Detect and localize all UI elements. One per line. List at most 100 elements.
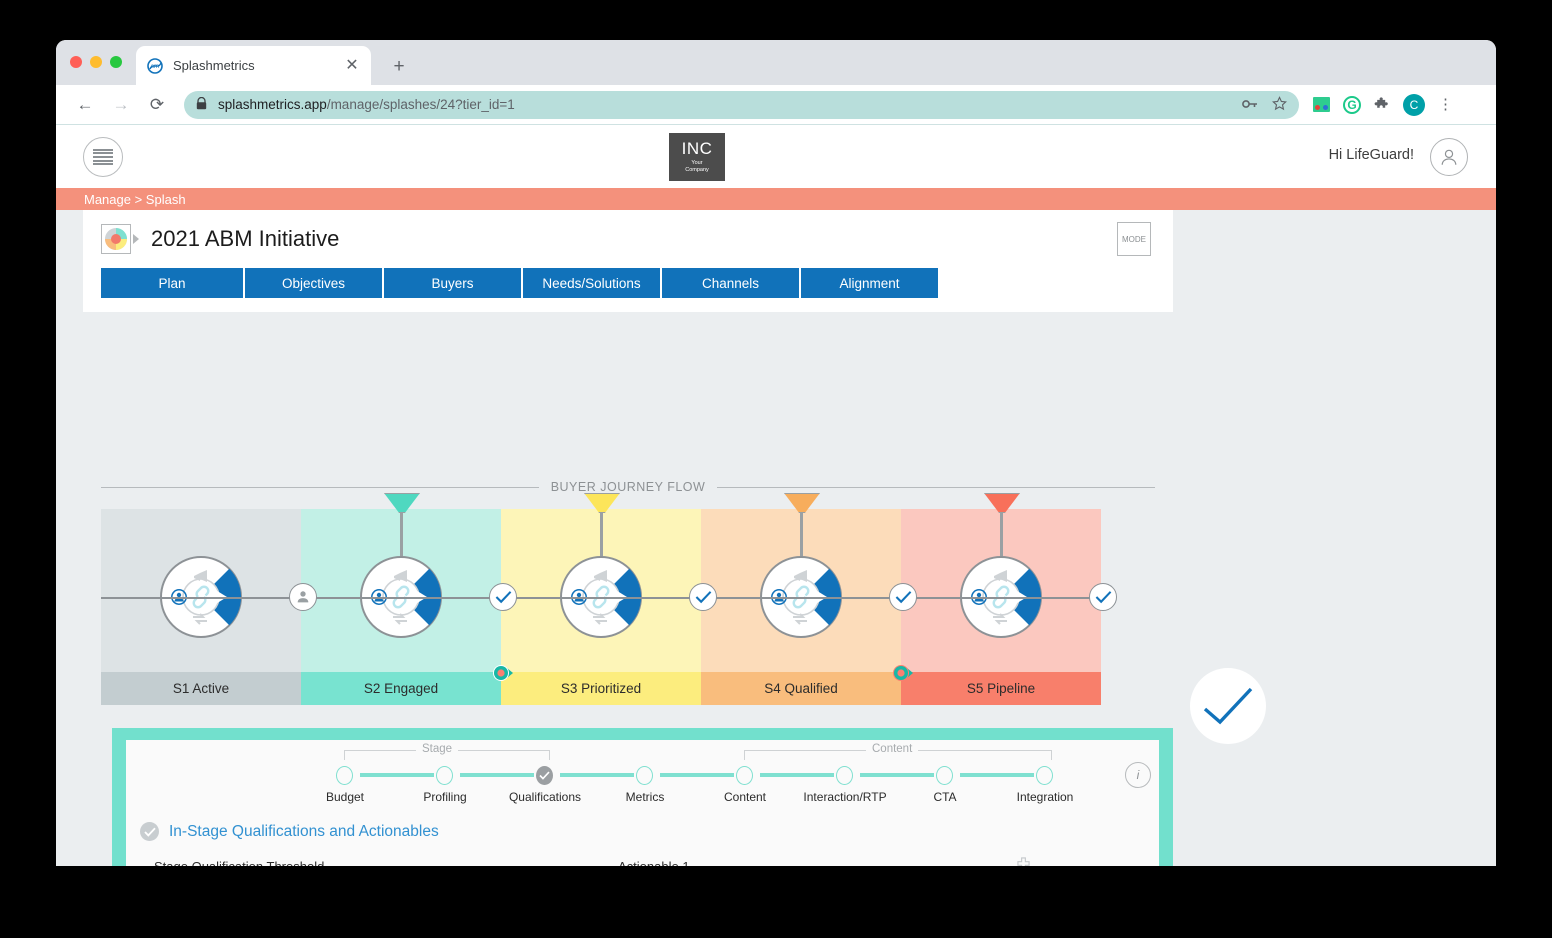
stage-label: S4 Qualified (701, 672, 901, 705)
section-title: In-Stage Qualifications and Actionables (169, 822, 439, 840)
close-window-button[interactable] (70, 56, 82, 68)
extensions-puzzle-icon[interactable] (1374, 95, 1390, 115)
tab-channels[interactable]: Channels (662, 268, 799, 298)
url-text: splashmetrics.app/manage/splashes/24?tie… (218, 97, 515, 112)
connector-check-icon-4[interactable] (1089, 583, 1117, 611)
stage-detail-panel: Stage Content Budget Profiling Qualifica… (112, 728, 1173, 866)
hamburger-menu-icon[interactable] (83, 137, 123, 177)
threshold-label: Stage Qualification Threshold (154, 859, 564, 866)
tab-title: Splashmetrics (173, 58, 255, 73)
detail-panel-body: Stage Content Budget Profiling Qualifica… (126, 740, 1159, 866)
lock-icon (196, 96, 207, 113)
actionable-column: Actionable 1 Add Buyer to more aggressiv… (618, 857, 1030, 866)
step-rail (660, 773, 734, 777)
step-rail (460, 773, 534, 777)
splash-wheel-icon (101, 224, 131, 254)
color-extension-icon[interactable] (1313, 97, 1330, 112)
user-greeting: Hi LifeGuard! (1328, 147, 1414, 163)
step-rail (560, 773, 634, 777)
step-cta[interactable] (936, 766, 953, 785)
browser-window: sm Splashmetrics ✕ + ← → ⟳ splashmetrics… (56, 40, 1496, 866)
password-key-icon[interactable] (1242, 97, 1258, 113)
stage-boundary-marker-1[interactable] (492, 664, 513, 682)
logo-text: INC (681, 139, 713, 159)
check-circle-icon (140, 822, 159, 841)
address-bar[interactable]: splashmetrics.app/manage/splashes/24?tie… (184, 90, 1299, 119)
bookmark-star-icon[interactable] (1272, 95, 1287, 114)
step-interaction-rtp[interactable] (836, 766, 853, 785)
maximize-window-button[interactable] (110, 56, 122, 68)
tab-alignment[interactable]: Alignment (801, 268, 938, 298)
minimize-window-button[interactable] (90, 56, 102, 68)
step-integration[interactable] (1036, 766, 1053, 785)
info-icon[interactable]: i (1125, 762, 1151, 788)
flow-connector-line (101, 597, 1103, 599)
breadcrumb-text: Manage > Splash (84, 191, 186, 207)
browser-toolbar: ← → ⟳ splashmetrics.app/manage/splashes/… (56, 85, 1496, 125)
buyer-journey-flow: BUYER JOURNEY FLOW S1 Active S2 Engaged … (83, 466, 1173, 728)
step-profiling[interactable] (436, 766, 453, 785)
step-rail (960, 773, 1034, 777)
tab-buyers[interactable]: Buyers (384, 268, 521, 298)
user-avatar-icon[interactable] (1430, 138, 1468, 176)
stage-bands: S1 Active S2 Engaged S3 Prioritized S4 Q… (101, 493, 1117, 705)
connector-check-icon-1[interactable] (489, 583, 517, 611)
add-plus-icon[interactable] (1017, 857, 1030, 866)
page-card: 2021 ABM Initiative MODE Plan Objectives… (83, 210, 1173, 312)
tab-needs-solutions[interactable]: Needs/Solutions (523, 268, 660, 298)
threshold-column: Stage Qualification Threshold Buyer shou… (154, 859, 564, 866)
url-host: splashmetrics.app (218, 97, 327, 112)
actionable-label: Actionable 1 (618, 859, 1030, 866)
title-arrow-icon (133, 234, 139, 244)
app-header: INC Your Company Hi LifeGuard! (56, 125, 1496, 188)
step-qualifications[interactable] (536, 766, 553, 785)
stage-stepper: Stage Content Budget Profiling Qualifica… (126, 740, 1159, 822)
step-rail (760, 773, 834, 777)
step-content[interactable] (736, 766, 753, 785)
breadcrumb[interactable]: Manage > Splash (56, 188, 1496, 210)
browser-tabstrip: sm Splashmetrics ✕ + (56, 40, 1496, 85)
step-rail (860, 773, 934, 777)
close-tab-button[interactable]: ✕ (343, 57, 361, 75)
stage-label-text: S3 Prioritized (560, 681, 642, 696)
divider-right (717, 486, 1155, 488)
overlay-check-icon (1190, 668, 1266, 744)
tab-objectives[interactable]: Objectives (245, 268, 382, 298)
step-rail (360, 773, 434, 777)
new-tab-button[interactable]: + (386, 54, 412, 80)
splashmetrics-favicon-icon: sm (146, 57, 163, 74)
stage-label: S2 Engaged (301, 672, 501, 705)
page-title-row: 2021 ABM Initiative MODE (83, 210, 1173, 268)
flow-section-header: BUYER JOURNEY FLOW (83, 466, 1173, 494)
profile-avatar-button[interactable]: C (1403, 93, 1425, 116)
step-label-integration: Integration (1016, 790, 1074, 804)
reload-button[interactable]: ⟳ (142, 90, 172, 120)
mode-button[interactable]: MODE (1117, 222, 1151, 256)
tab-label: Alignment (839, 275, 900, 291)
stage-label: S5 Pipeline (901, 672, 1101, 705)
url-path: /manage/splashes/24?tier_id=1 (326, 97, 515, 112)
grammarly-extension-icon[interactable]: G (1343, 95, 1361, 114)
tab-label: Objectives (281, 275, 346, 291)
nav-tabs: Plan Objectives Buyers Needs/Solutions C… (83, 268, 1173, 312)
connector-person-icon[interactable] (289, 583, 317, 611)
stage-label-text: S2 Engaged (363, 681, 439, 696)
page-title: 2021 ABM Initiative (151, 226, 340, 251)
window-controls (70, 56, 122, 68)
flow-section-label: BUYER JOURNEY FLOW (550, 480, 706, 494)
connector-check-icon-2[interactable] (689, 583, 717, 611)
forward-button[interactable]: → (106, 90, 136, 120)
back-button[interactable]: ← (70, 90, 100, 120)
step-budget[interactable] (336, 766, 353, 785)
tab-label: Needs/Solutions (542, 275, 641, 291)
browser-tab[interactable]: sm Splashmetrics ✕ (136, 46, 371, 85)
tab-plan[interactable]: Plan (101, 268, 243, 298)
stage-label-text: S5 Pipeline (966, 681, 1036, 696)
stage-boundary-marker-2[interactable] (892, 664, 913, 682)
stage-label: S1 Active (101, 672, 301, 705)
form-grid: Stage Qualification Threshold Buyer shou… (126, 841, 1159, 866)
browser-menu-button[interactable]: ⋮ (1438, 97, 1453, 112)
company-logo: INC Your Company (669, 133, 725, 181)
step-metrics[interactable] (636, 766, 653, 785)
connector-check-icon-3[interactable] (889, 583, 917, 611)
